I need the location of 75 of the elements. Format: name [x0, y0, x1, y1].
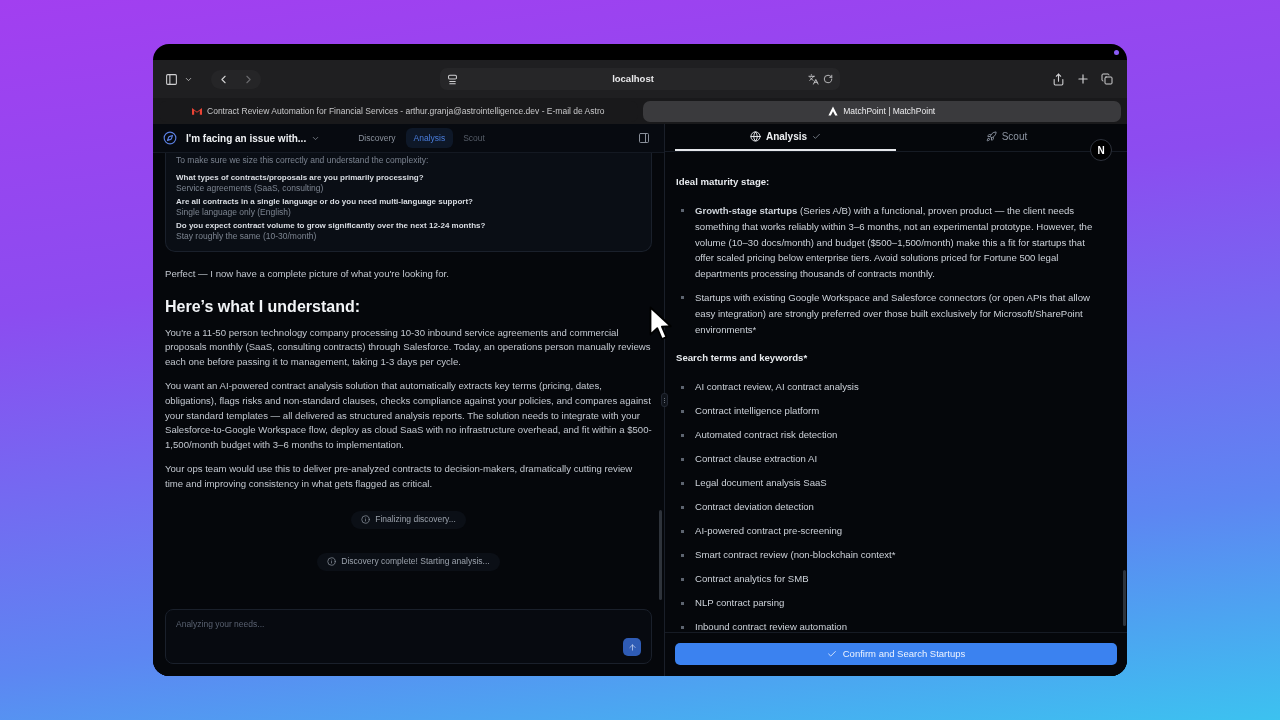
sidebar-toggle-icon[interactable] — [165, 72, 178, 86]
keyword-text: Legal document analysis SaaS — [695, 476, 828, 491]
info-icon — [327, 557, 337, 567]
camera-indicator-icon — [1114, 49, 1119, 55]
tab-overview-icon[interactable] — [1101, 73, 1113, 85]
bullet-icon — [681, 458, 684, 462]
send-button[interactable] — [623, 638, 641, 656]
status-text: Discovery complete! Starting analysis... — [341, 555, 490, 568]
bullet-icon — [681, 209, 684, 212]
bullet-icon — [681, 506, 684, 510]
message-paragraph: You want an AI-powered contract analysis solution that automatically extracts key terms (pricing, dates, obligations), flags risks and non-standard clauses, checks compliance against your policies, and compares against your standard templates — all delivered as structured analysis reports. The solution needs to integrate with your Salesforce-to-Google Workspace flow, deploy as cloud SaaS with no infrastructure overhead, and fit within a $500-1,500/month budget with 3–6 months to implementation. — [165, 379, 652, 452]
keyword-text: Contract analytics for SMB — [695, 572, 810, 587]
globe-icon — [749, 131, 761, 142]
message-paragraph: Your ops team would use this to deliver pre-analyzed contracts to decision-makers, dramatically cutting review time and improving consistency in what gets flagged as critical. — [165, 462, 634, 491]
keyword-text: Contract intelligence platform — [695, 404, 821, 419]
peak-logo-icon — [828, 106, 839, 116]
check-icon — [826, 649, 837, 659]
scrollbar[interactable] — [1123, 570, 1126, 626]
confirm-button[interactable]: Confirm and Search Startups — [675, 643, 1117, 665]
avatar[interactable]: N — [1090, 139, 1112, 161]
question-text: Are all contracts in a single language or do you need multi-language support? — [176, 197, 474, 207]
tab-title: MatchPoint | MatchPoint — [843, 104, 936, 118]
bullet-icon — [681, 530, 684, 534]
new-tab-icon[interactable] — [1076, 72, 1090, 86]
message-paragraph: Perfect — I now have a complete picture of what you're looking for. — [165, 267, 450, 281]
question-text: Do you expect contract volume to grow significantly over the next 12-24 months? — [176, 221, 487, 231]
section-title: Search terms and keywords* — [676, 351, 809, 366]
bullet-icon — [681, 578, 684, 582]
card-intro-text: To make sure we size this correctly and understand the complexity: — [176, 154, 430, 166]
share-icon[interactable] — [1052, 72, 1065, 86]
mail-logo-icon — [192, 107, 202, 115]
bullet-icon — [681, 296, 684, 299]
conversation-dropdown[interactable]: I'm facing an issue with... — [186, 130, 321, 146]
panel-toggle-icon[interactable] — [638, 132, 650, 144]
question-text: What types of contracts/proposals are you primarily processing? — [176, 173, 425, 183]
keyword-text: Contract deviation detection — [695, 500, 815, 515]
address-bar[interactable]: localhost — [440, 68, 840, 90]
answer-text: Single language only (English) — [176, 207, 292, 217]
section-heading: Here’s what I understand: — [165, 297, 361, 316]
keyword-text: AI-powered contract pre-screening — [695, 524, 844, 539]
reload-icon[interactable] — [823, 74, 833, 84]
bullet-icon — [681, 554, 684, 558]
tab-title: Contract Review Automation for Financial Services - arthur.granja@astrointelligence.dev - E-mail de Astro — [207, 104, 605, 118]
keyword-text: Inbound contract review automation — [695, 620, 848, 632]
translate-icon[interactable] — [808, 73, 819, 85]
keyword-text: NLP contract parsing — [695, 596, 786, 611]
bullet-icon — [681, 482, 684, 486]
message-input[interactable]: Analyzing your needs... — [165, 609, 652, 664]
bullet-icon — [681, 602, 684, 606]
status-text: Finalizing discovery... — [375, 513, 456, 526]
bullet-icon — [681, 434, 684, 438]
criteria-text: Growth-stage startups (Series A/B) with a functional, proven product — the client needs something that works reliably within 3–6 months, not an experimental prototype. However, the volume (10–30 docs/month) and budget ($500–1,500/month) make this a fit for startups that offer scaled pricing below enterprise tiers. Avoid solutions priced for Fortune 500 legal departments processing thousands of contracts monthly. — [695, 204, 1094, 282]
bullet-icon — [681, 410, 684, 414]
panel-tab[interactable]: Analysis — [675, 124, 896, 151]
arrow-up-icon — [627, 642, 637, 652]
mode-tab[interactable]: Analysis — [405, 127, 454, 149]
keyword-text: Smart contract review (non-blockchain context* — [695, 548, 897, 563]
mode-tab[interactable]: Discovery — [350, 127, 404, 149]
bullet-icon — [681, 386, 684, 390]
rocket-icon — [985, 131, 997, 142]
compass-icon — [163, 131, 177, 145]
answer-text: Service agreements (SaaS, consulting) — [176, 183, 325, 193]
scrollbar[interactable] — [659, 510, 662, 600]
criteria-text: Startups with existing Google Workspace and Salesforce connectors (or open APIs that allow easy integration) are strongly preferred over those built exclusively for Microsoft/SharePoint environments* — [695, 291, 1091, 337]
page-menu-icon[interactable] — [447, 73, 458, 85]
browser-tab[interactable]: MatchPoint | MatchPoint — [642, 100, 1121, 122]
keyword-text: Contract clause extraction AI — [695, 452, 819, 467]
keyword-text: AI contract review, AI contract analysis — [695, 380, 860, 395]
answer-text: Stay roughly the same (10-30/month) — [176, 231, 318, 241]
url-text: localhost — [612, 71, 654, 86]
message-paragraph: You're a 11-50 person technology company processing 10-30 inbound service agreements and commercial proposals monthly (SaaS, consulting contracts) through Salesforce. Today, an operations person manually reviews each one before passing it to management, taking 1-3 days per cycle. — [165, 325, 652, 369]
keyword-text: Automated contract risk detection — [695, 428, 839, 443]
section-title: Ideal maturity stage: — [676, 175, 771, 189]
bullet-icon — [681, 626, 684, 630]
info-icon — [361, 515, 371, 525]
